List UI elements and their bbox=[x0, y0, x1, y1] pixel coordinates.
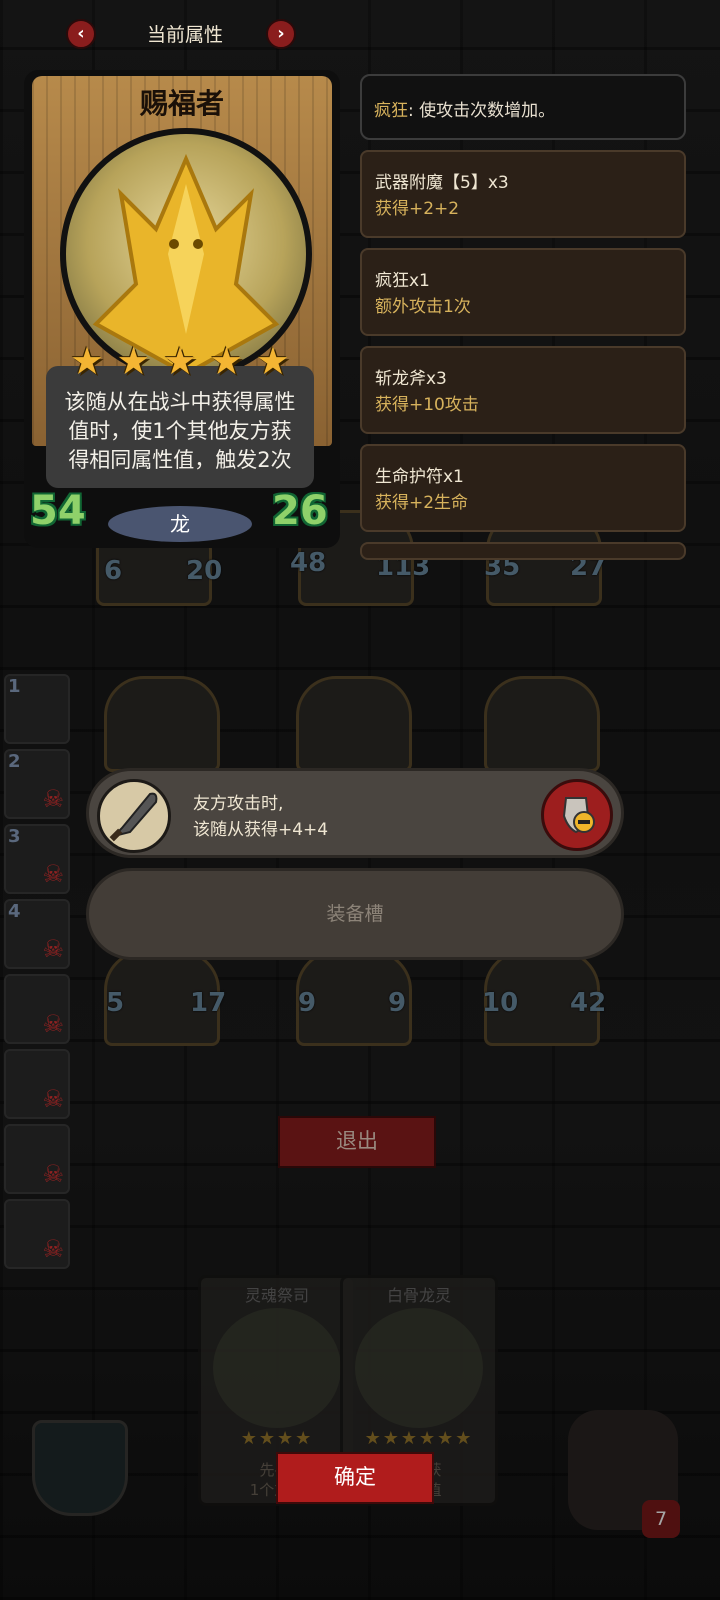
equipment-slot[interactable]: 装备槽 bbox=[86, 868, 624, 960]
chevron-right-icon[interactable]: › bbox=[266, 19, 296, 49]
card-tribe: 龙 bbox=[108, 506, 252, 542]
confirm-button[interactable]: 确定 bbox=[276, 1452, 434, 1504]
card-star-rating: ★ ★ ★ ★ ★ bbox=[70, 342, 290, 380]
effect-item[interactable]: 武器附魔【5】x3 获得+2+2 bbox=[360, 150, 686, 238]
card-health: 26 bbox=[272, 488, 328, 534]
card-description-line: 该随从在战斗中获得属性 bbox=[64, 390, 296, 414]
star-icon: ★ bbox=[209, 339, 244, 383]
effect-title: 生命护符x1 bbox=[375, 467, 464, 487]
equipped-item-text: 友方攻击时, 该随从获得+4+4 bbox=[193, 794, 329, 840]
card-name: 赐福者 bbox=[139, 87, 224, 120]
keyword-name: 疯狂 bbox=[374, 101, 408, 121]
star-icon: ★ bbox=[70, 339, 105, 383]
card-description-line: 得相同属性值，触发2次 bbox=[68, 448, 292, 472]
equipped-item[interactable]: 友方攻击时, 该随从获得+4+4 bbox=[86, 768, 624, 858]
effect-title: 武器附魔【5】x3 bbox=[375, 173, 509, 193]
effect-item[interactable]: 斩龙斧x3 获得+10攻击 bbox=[360, 346, 686, 434]
effect-detail: 获得+2+2 bbox=[375, 199, 460, 219]
page-title: 当前属性 bbox=[146, 24, 223, 46]
star-icon: ★ bbox=[255, 339, 290, 383]
chevron-left-icon[interactable]: ‹ bbox=[66, 19, 96, 49]
effect-detail: 获得+10攻击 bbox=[375, 395, 479, 415]
card-description: 该随从在战斗中获得属性 值时，使1个其他友方获 得相同属性值，触发2次 bbox=[46, 366, 314, 488]
effect-item[interactable]: 疯狂x1 额外攻击1次 bbox=[360, 248, 686, 336]
effect-detail: 获得+2生命 bbox=[375, 493, 469, 513]
effect-item[interactable] bbox=[360, 542, 686, 560]
effect-item[interactable]: 生命护符x1 获得+2生命 bbox=[360, 444, 686, 532]
keyword-description: 疯狂: 使攻击次数增加。 bbox=[360, 74, 686, 140]
scimitar-icon bbox=[97, 779, 171, 853]
star-icon: ★ bbox=[116, 339, 151, 383]
card-description-line: 值时，使1个其他友方获 bbox=[68, 419, 292, 443]
star-icon: ★ bbox=[162, 339, 198, 383]
effect-title: 疯狂x1 bbox=[375, 271, 430, 291]
keyword-text: : 使攻击次数增加。 bbox=[408, 101, 556, 121]
exit-button[interactable]: 退出 bbox=[278, 1116, 436, 1168]
shield-minus-icon[interactable] bbox=[541, 779, 613, 851]
effect-title: 斩龙斧x3 bbox=[375, 369, 447, 389]
effect-detail: 额外攻击1次 bbox=[375, 297, 471, 317]
card-attack: 54 bbox=[30, 488, 86, 534]
